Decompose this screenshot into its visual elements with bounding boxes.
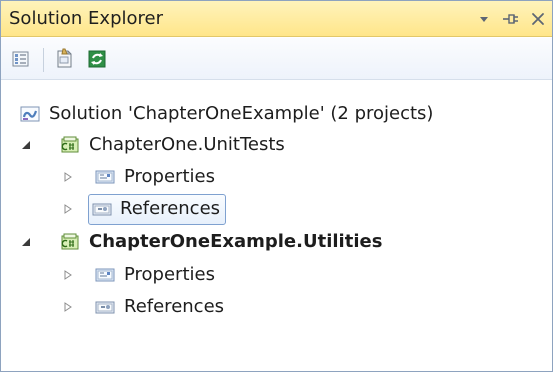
solution-explorer-toolbar xyxy=(1,38,552,80)
solution-node[interactable]: Solution 'ChapterOneExample' (2 projects… xyxy=(19,97,433,131)
expand-arrow-icon[interactable] xyxy=(61,170,75,184)
tree-item-references[interactable]: References xyxy=(61,192,227,226)
panel-title: Solution Explorer xyxy=(9,8,163,29)
tree-item-properties[interactable]: Properties xyxy=(61,258,215,292)
tree-item-properties[interactable]: Properties xyxy=(61,160,215,194)
references-label: References xyxy=(124,296,225,317)
title-controls xyxy=(475,6,547,32)
solution-icon xyxy=(19,103,41,125)
expand-arrow-icon[interactable] xyxy=(61,268,75,282)
csharp-project-icon xyxy=(59,134,81,156)
properties-label: Properties xyxy=(124,264,215,285)
project-label: ChapterOneExample.Utilities xyxy=(89,231,383,252)
expand-arrow-icon[interactable] xyxy=(61,300,75,314)
show-all-files-icon[interactable] xyxy=(10,48,32,70)
references-folder-icon xyxy=(94,296,116,318)
tree-item-references[interactable]: References xyxy=(61,290,224,324)
references-label: References xyxy=(120,198,221,219)
refresh-icon[interactable] xyxy=(86,48,108,70)
properties-label: Properties xyxy=(124,166,215,187)
close-icon[interactable] xyxy=(529,9,547,29)
csharp-project-icon xyxy=(59,231,81,253)
project-node-utilities[interactable]: ChapterOneExample.Utilities xyxy=(19,225,382,259)
selected-node-highlight[interactable]: References xyxy=(88,193,227,225)
solution-explorer-panel: Solution Explorer Solution 'ChapterOneEx… xyxy=(0,0,553,372)
references-folder-icon xyxy=(91,198,113,220)
pin-icon[interactable] xyxy=(502,9,520,29)
properties-icon[interactable] xyxy=(53,48,75,70)
panel-titlebar: Solution Explorer xyxy=(1,1,552,37)
dropdown-arrow-icon[interactable] xyxy=(475,9,493,29)
toolbar-separator xyxy=(43,48,44,72)
properties-folder-icon xyxy=(94,166,116,188)
expand-arrow-icon[interactable] xyxy=(61,202,75,216)
project-node-unit-tests[interactable]: ChapterOne.UnitTests xyxy=(19,128,285,162)
collapse-arrow-icon[interactable] xyxy=(19,235,33,249)
collapse-arrow-icon[interactable] xyxy=(19,138,33,152)
project-label: ChapterOne.UnitTests xyxy=(89,134,285,155)
properties-folder-icon xyxy=(94,264,116,286)
solution-tree: Solution 'ChapterOneExample' (2 projects… xyxy=(1,85,552,371)
solution-label: Solution 'ChapterOneExample' (2 projects… xyxy=(49,103,434,124)
